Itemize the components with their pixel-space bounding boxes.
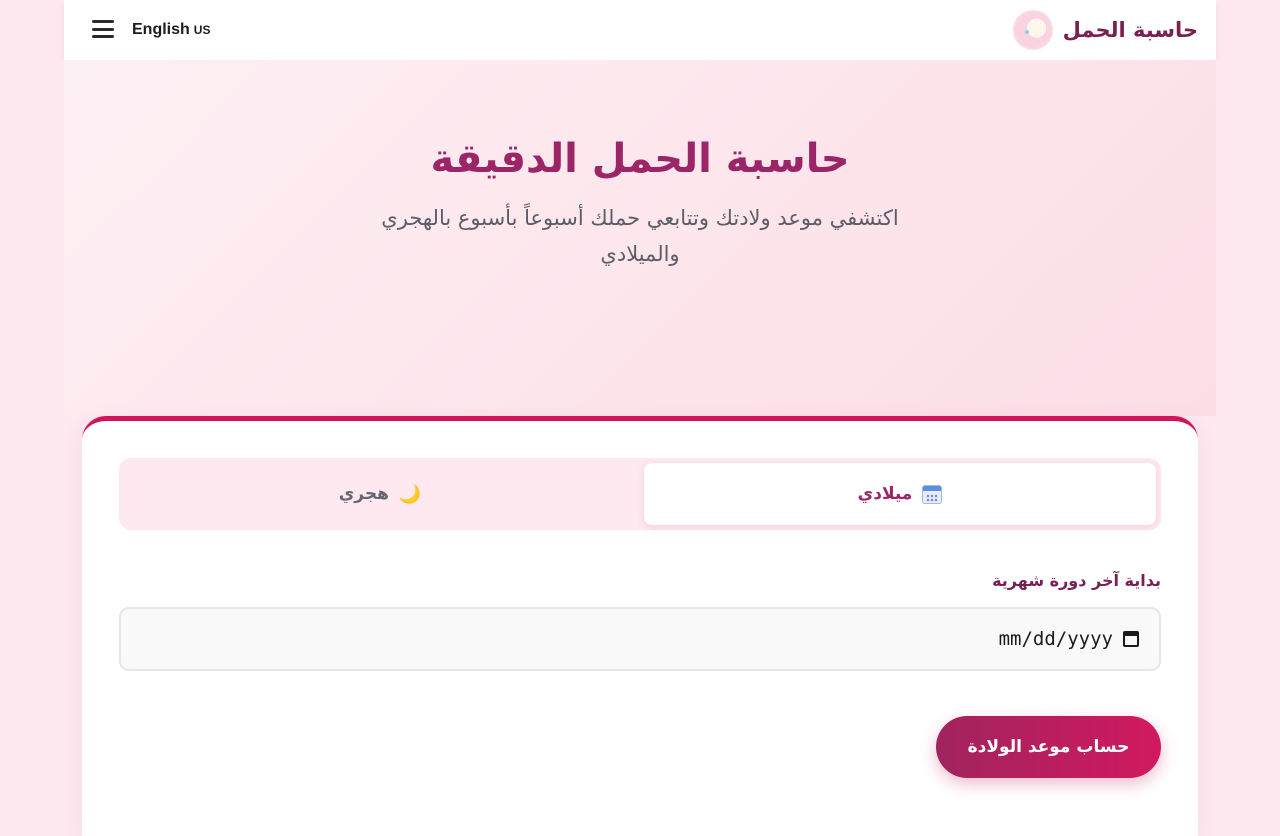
- moon-logo-icon: [1012, 10, 1053, 50]
- calculator-card: ميلادي 🌙 هجري بداية آخر دورة شهرية mm/dd…: [82, 416, 1198, 836]
- tab-gregorian-label: ميلادي: [857, 484, 913, 504]
- date-placeholder: mm/dd/yyyy: [998, 628, 1113, 650]
- calculate-due-date-button[interactable]: حساب موعد الولادة: [936, 716, 1161, 778]
- brand[interactable]: حاسبة الحمل: [1012, 10, 1198, 50]
- brand-name: حاسبة الحمل: [1062, 18, 1198, 42]
- calendar-type-tabs: ميلادي 🌙 هجري: [119, 458, 1161, 530]
- last-period-date-input[interactable]: mm/dd/yyyy: [119, 607, 1161, 671]
- site-header: حاسبة الحمل English US: [64, 0, 1216, 60]
- language-label: English: [132, 21, 190, 38]
- date-picker-icon[interactable]: [1123, 631, 1139, 647]
- hero-section: حاسبة الحمل الدقيقة اكتشفي موعد ولادتك و…: [64, 60, 1216, 416]
- hamburger-menu-icon[interactable]: [92, 18, 114, 40]
- last-period-label: بداية آخر دورة شهرية: [992, 571, 1161, 590]
- language-switch-button[interactable]: English US: [132, 19, 210, 41]
- tab-gregorian[interactable]: ميلادي: [644, 463, 1156, 525]
- page-title: حاسبة الحمل الدقيقة: [430, 136, 850, 182]
- crescent-moon-icon: 🌙: [398, 483, 422, 505]
- page-subtitle: اكتشفي موعد ولادتك وتتابعي حملك أسبوعاً …: [381, 206, 899, 266]
- tab-hijri[interactable]: 🌙 هجري: [124, 463, 636, 525]
- tab-hijri-label: هجري: [338, 484, 389, 504]
- page: حاسبة الحمل English US حاسبة الحمل الدقي…: [64, 0, 1216, 836]
- us-flag-icon: US: [193, 23, 211, 37]
- calendar-icon: [922, 484, 943, 504]
